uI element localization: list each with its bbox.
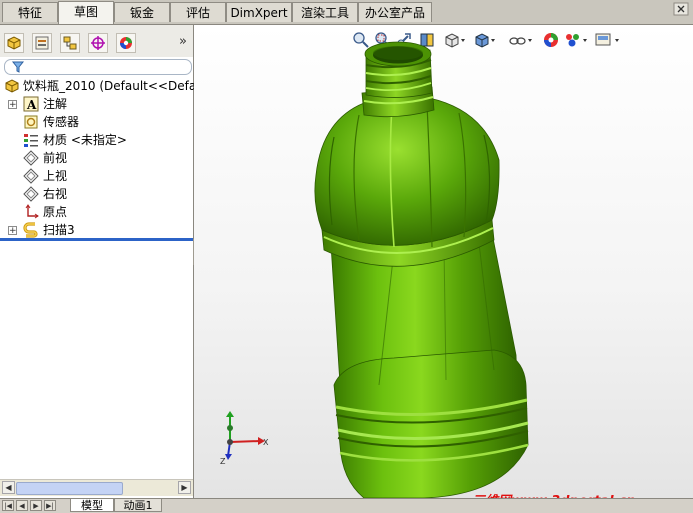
- graphics-area[interactable]: Y X Z 三维网www.3dportal.cn: [194, 25, 693, 498]
- property-manager-tab-button[interactable]: [32, 33, 52, 53]
- part-icon: [5, 79, 19, 93]
- tree-item-label: 原点: [43, 205, 68, 219]
- tree-item-label: 右视: [43, 187, 68, 201]
- tab-office-products[interactable]: 办公室产品: [358, 2, 432, 22]
- display-manager-tab-button[interactable]: [116, 33, 136, 53]
- triad-y-label: Y: [225, 408, 231, 409]
- feature-tree-filter[interactable]: [4, 59, 192, 75]
- bottom-tab-bar: |◀ ◀ ▶ ▶| 模型 动画1: [0, 498, 693, 513]
- svg-text:A: A: [26, 98, 37, 112]
- tree-item-label: 传感器: [43, 115, 80, 129]
- rollback-bar[interactable]: [0, 238, 193, 241]
- command-manager-tabs: 特征 草图 钣金 评估 DimXpert 渲染工具 办公室产品: [0, 0, 693, 25]
- scroll-left-icon[interactable]: ◀: [2, 481, 15, 494]
- configuration-manager-tab-button[interactable]: [60, 33, 80, 53]
- triad-z-label: Z: [220, 457, 226, 466]
- plane-icon: [23, 186, 39, 202]
- tree-item-label: 材质 <未指定>: [43, 133, 127, 147]
- plane-icon: [23, 150, 39, 166]
- filter-icon: [11, 61, 25, 73]
- tree-item-label: 注解: [43, 97, 68, 111]
- tree-item-front-plane[interactable]: 前视: [0, 149, 193, 167]
- tree-item-right-plane[interactable]: 右视: [0, 185, 193, 203]
- feature-manager-tab-button[interactable]: [4, 33, 24, 53]
- dimxpert-manager-tab-button[interactable]: [88, 33, 108, 53]
- panel-toolbar: »: [0, 25, 193, 57]
- tree-item-annotations[interactable]: + A 注解: [0, 95, 193, 113]
- tree-item-sweep[interactable]: + 扫描3: [0, 221, 193, 239]
- plane-icon: [23, 168, 39, 184]
- target-icon: [91, 36, 105, 50]
- tab-sketch[interactable]: 草图: [58, 1, 114, 24]
- tab-model[interactable]: 模型: [70, 499, 114, 512]
- part-name: 饮料瓶_2010 (Default<<Default: [23, 79, 212, 93]
- expand-icon[interactable]: +: [8, 100, 17, 110]
- appearance-icon: [120, 37, 132, 49]
- tab-sheet-metal[interactable]: 钣金: [114, 2, 170, 22]
- tree-item-label: 上视: [43, 169, 68, 183]
- scroll-right-icon[interactable]: ▶: [178, 481, 191, 494]
- next-tab-icon[interactable]: ▶: [30, 500, 42, 511]
- horizontal-scrollbar[interactable]: ◀ ▶: [0, 479, 193, 496]
- tab-render-tools[interactable]: 渲染工具: [292, 2, 358, 22]
- watermark: 三维网www.3dportal.cn: [472, 490, 635, 498]
- annotation-icon: A: [23, 96, 39, 112]
- prev-tab-icon[interactable]: ◀: [16, 500, 28, 511]
- tree-root-part[interactable]: 饮料瓶_2010 (Default<<Default: [4, 77, 212, 95]
- coordinate-triad: Y X Z: [216, 400, 276, 471]
- close-icon[interactable]: [673, 2, 689, 16]
- scroll-thumb[interactable]: [16, 482, 123, 495]
- property-icon: [35, 36, 49, 50]
- configuration-icon: [63, 36, 77, 50]
- tab-features[interactable]: 特征: [2, 2, 58, 22]
- tree-item-sensors[interactable]: 传感器: [0, 113, 193, 131]
- sensor-icon: [24, 115, 38, 129]
- expand-icon[interactable]: +: [8, 226, 17, 236]
- tab-animation[interactable]: 动画1: [114, 499, 162, 512]
- more-tabs-button[interactable]: »: [179, 34, 187, 49]
- tree-item-material[interactable]: 材质 <未指定>: [0, 131, 193, 149]
- tab-evaluate[interactable]: 评估: [170, 2, 226, 22]
- last-tab-icon[interactable]: ▶|: [44, 500, 56, 511]
- tree-item-top-plane[interactable]: 上视: [0, 167, 193, 185]
- first-tab-icon[interactable]: |◀: [2, 500, 14, 511]
- tree-item-label: 扫描3: [43, 223, 75, 237]
- feature-manager-panel: » 饮料瓶_2010 (Default<<Default + A 注解 传感器 …: [0, 25, 212, 498]
- feature-tree-icon: [7, 36, 21, 50]
- tree-item-label: 前视: [43, 151, 68, 165]
- tab-dimxpert[interactable]: DimXpert: [226, 2, 292, 22]
- origin-icon: [25, 204, 39, 219]
- sweep-icon: [23, 222, 38, 238]
- tree-item-origin[interactable]: 原点: [0, 203, 193, 221]
- triad-x-label: X: [263, 438, 269, 447]
- material-icon: [24, 134, 38, 147]
